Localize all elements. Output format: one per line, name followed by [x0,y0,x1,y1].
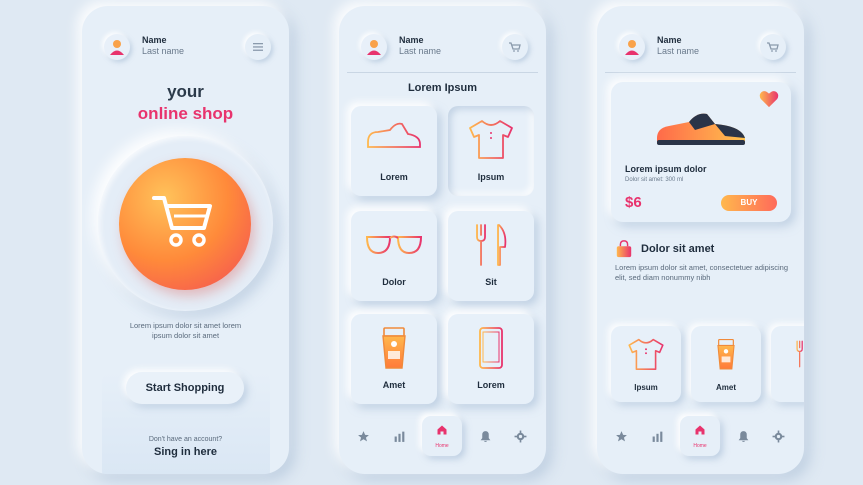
category-label: Sit [485,277,497,287]
sign-in-link[interactable]: Sing in here [82,446,289,458]
tshirt-icon [469,120,513,159]
item-label: Ipsum [634,383,658,392]
settings-icon [772,430,784,442]
cart-icon [767,42,779,52]
tab-home[interactable]: Home [680,416,720,456]
product-name: Lorem ipsum dolor [625,164,707,174]
menu-button[interactable] [245,34,271,60]
user-name: Name [399,35,424,45]
start-shopping-button[interactable]: Start Shopping [126,372,244,404]
product-price: $6 [625,194,642,211]
header-divider [605,72,796,73]
tshirt-icon [628,338,664,370]
page-title: Lorem Ipsum [407,82,478,94]
welcome-title: your [167,82,204,101]
user-name: Name [657,35,682,45]
profile-header: Name Last name [361,34,528,62]
cream-tube-icon [717,339,735,370]
avatar[interactable] [619,34,645,60]
category-card-amet[interactable]: Amet [351,314,437,404]
bottom-tab-bar: Home [349,416,536,456]
category-card-sit[interactable]: Sit [448,211,534,301]
user-icon [625,40,639,55]
user-last-name: Last name [142,46,185,56]
cutlery-icon [476,224,507,266]
category-card-dolor[interactable]: Dolor [351,211,437,301]
cutlery-icon [796,340,803,368]
item-card-ipsum[interactable]: Ipsum [611,326,681,402]
welcome-subtitle: online shop [137,104,234,123]
user-last-name: Last name [399,46,442,56]
section-title: Dolor sit amet [641,243,715,255]
star-icon [615,430,627,441]
cart-button[interactable] [119,158,251,290]
header-divider [347,72,538,73]
category-label: Lorem [477,380,505,390]
tab-stats[interactable] [649,428,665,444]
sneaker-icon [367,122,421,148]
tab-favorites[interactable] [613,428,629,444]
home-icon [695,425,705,435]
no-account-text: Don't have an account? [148,436,223,443]
phone-icon [479,327,503,369]
tab-home-label: Home [693,443,707,449]
tab-stats[interactable] [391,428,407,444]
welcome-screen: Name Last name your online shop Lorem ip… [82,6,289,474]
category-label: Dolor [382,277,406,287]
welcome-description: Lorem ipsum dolor sit amet lorem ipsum d… [129,321,242,340]
user-name: Name [142,35,167,45]
avatar[interactable] [104,34,130,60]
category-card-lorem[interactable]: Lorem [351,106,437,196]
avatar[interactable] [361,34,387,60]
user-icon [367,40,381,55]
categories-screen: Name Last name Lorem Ipsum Lorem Ipsum D… [339,6,546,474]
glasses-icon [365,235,423,255]
category-card-ipsum[interactable]: Ipsum [448,106,534,196]
bell-icon [480,430,490,442]
tab-notifications[interactable] [477,428,493,444]
item-card-amet[interactable]: Amet [691,326,761,402]
chart-icon [394,431,404,442]
cart-header-button[interactable] [502,34,528,60]
tab-favorites[interactable] [355,428,371,444]
home-icon [437,425,447,435]
product-screen: Name Last name Lorem ipsum dolor Dolor s… [597,6,804,474]
category-card-lorem-2[interactable]: Lorem [448,314,534,404]
cart-icon [509,42,521,52]
heart-icon[interactable] [759,90,779,108]
product-card[interactable]: Lorem ipsum dolor Dolor sit amet: 300 ml… [611,82,791,222]
item-card-partial[interactable] [771,326,804,402]
menu-icon [253,43,263,51]
section-description: Lorem ipsum dolor sit amet, consectetuer… [615,263,788,282]
cart-icon [152,196,212,247]
buy-button[interactable]: BUY [721,195,777,211]
tab-settings[interactable] [512,428,528,444]
category-label: Ipsum [477,172,505,182]
tab-home[interactable]: Home [422,416,462,456]
shopping-bag-icon [616,240,632,258]
category-label: Lorem [380,172,408,182]
bell-icon [738,430,748,442]
category-label: Amet [382,380,406,390]
tab-settings[interactable] [770,428,786,444]
cart-header-button[interactable] [760,34,786,60]
star-icon [357,430,369,441]
bottom-tab-bar: Home [607,416,794,456]
cream-tube-icon [382,327,406,369]
item-label: Amet [715,383,736,392]
tab-notifications[interactable] [735,428,751,444]
user-icon [110,40,124,55]
product-subtitle: Dolor sit amet: 300 ml [625,177,684,183]
settings-icon [514,430,526,442]
profile-header: Name Last name [104,34,271,62]
user-last-name: Last name [657,46,700,56]
chart-icon [652,431,662,442]
sneaker-image [657,113,745,145]
profile-header: Name Last name [619,34,786,62]
tab-home-label: Home [435,443,449,449]
